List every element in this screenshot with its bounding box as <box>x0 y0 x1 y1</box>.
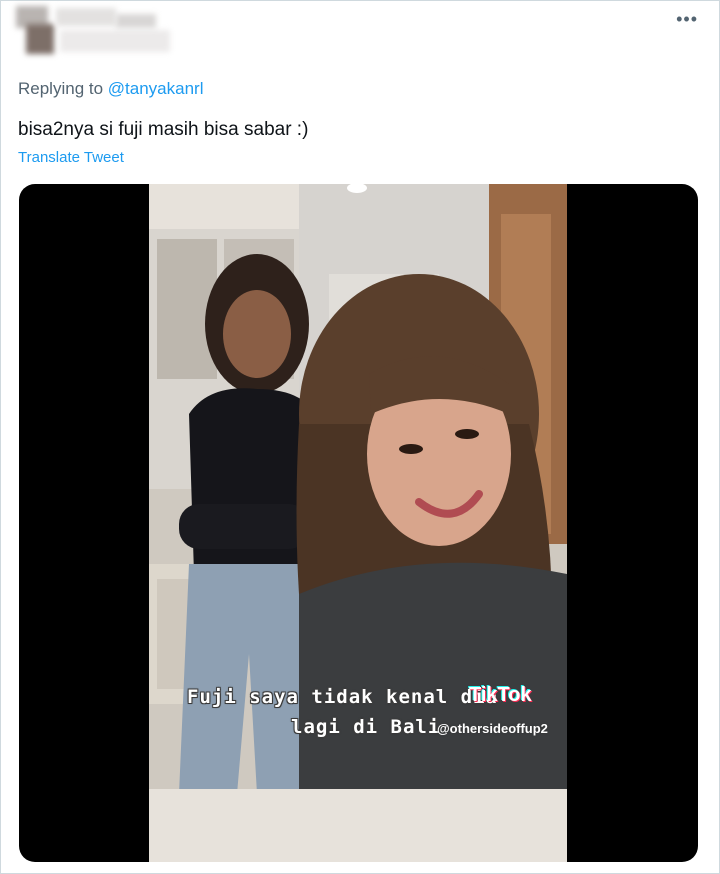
reply-prefix: Replying to <box>18 79 104 98</box>
video-frame[interactable]: Fuji saya tidak kenal dia lagi di Bali T… <box>149 184 567 862</box>
more-options-button[interactable]: ••• <box>676 9 698 29</box>
reply-handle-link[interactable]: @tanyakanrl <box>108 79 204 98</box>
video-media[interactable]: Fuji saya tidak kenal dia lagi di Bali T… <box>19 184 698 862</box>
tweet-text: bisa2nya si fuji masih bisa sabar :) <box>18 119 309 140</box>
reply-context: Replying to @tanyakanrl <box>18 79 204 99</box>
blurred-user-header <box>16 6 186 58</box>
tiktok-watermark: TikTok <box>469 684 532 706</box>
translate-tweet-link[interactable]: Translate Tweet <box>18 149 124 166</box>
tiktok-handle: @othersideoffup2 <box>437 721 548 736</box>
more-horizontal-icon[interactable]: ••• <box>676 9 698 29</box>
video-still-image <box>149 184 567 862</box>
